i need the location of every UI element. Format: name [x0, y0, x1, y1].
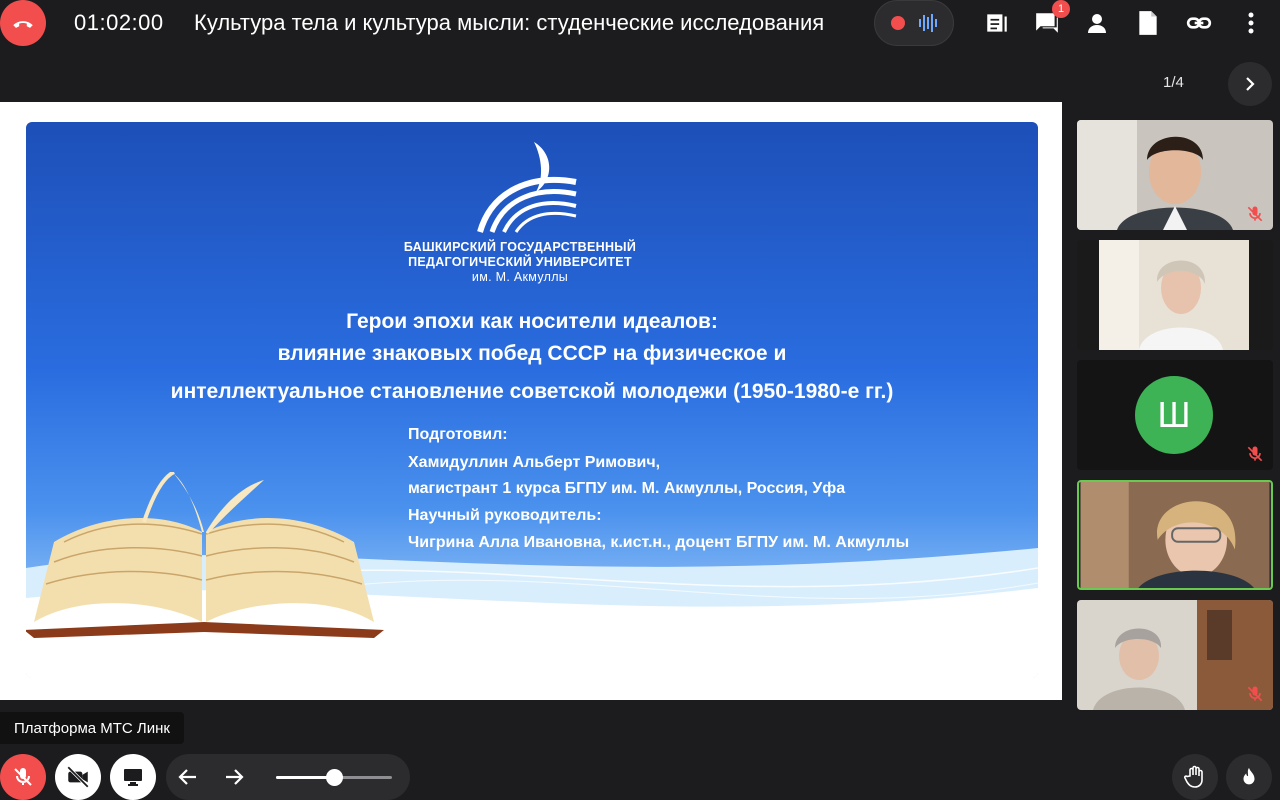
chat-button[interactable]: 1 — [1032, 0, 1070, 38]
participant-video — [1077, 120, 1273, 230]
files-button[interactable] — [1133, 8, 1163, 38]
slide: БАШКИРСКИЙ ГОСУДАРСТВЕННЫЙ ПЕДАГОГИЧЕСКИ… — [26, 122, 1038, 678]
copy-link-button[interactable] — [1184, 8, 1214, 38]
document-list-icon — [987, 14, 1007, 32]
university-name-line2: ПЕДАГОГИЧЕСКИЙ УНИВЕРСИТЕТ — [408, 255, 632, 269]
monitor-icon — [124, 769, 142, 786]
person-icon — [1088, 14, 1106, 33]
university-logo — [477, 142, 577, 233]
screen-share-button[interactable] — [110, 754, 156, 800]
phone-hangup-icon — [13, 21, 33, 28]
participant-tile[interactable]: Ш — [1077, 360, 1273, 470]
hang-up-button[interactable] — [0, 0, 46, 46]
arrow-left-icon — [178, 769, 196, 785]
next-slide-arrow-button[interactable] — [222, 765, 246, 789]
slide-heading-line1: Герои эпохи как носители идеалов: — [346, 310, 718, 333]
chat-badge: 1 — [1052, 0, 1070, 18]
flame-icon — [1243, 767, 1255, 785]
mic-off-icon — [1247, 446, 1263, 462]
call-timer: 01:02:00 — [74, 10, 164, 35]
chevron-right-icon — [1246, 77, 1255, 91]
participant-tile[interactable] — [1077, 600, 1273, 710]
record-dot-icon — [891, 16, 905, 30]
arrow-right-icon — [226, 769, 244, 785]
zoom-slider-handle[interactable] — [326, 769, 343, 786]
participant-video — [1077, 600, 1273, 710]
university-name-line1: БАШКИРСКИЙ ГОСУДАРСТВЕННЫЙ — [403, 240, 637, 254]
hand-icon — [1184, 765, 1203, 788]
bottom-toolbar — [0, 754, 1280, 800]
participant-video — [1099, 240, 1249, 350]
slide-info-line5: Чигрина Алла Ивановна, к.ист.н., доцент … — [408, 534, 910, 551]
slide-info-line4: Научный руководитель: — [408, 507, 602, 524]
microphone-toggle-button[interactable] — [0, 754, 46, 800]
slide-heading-line3: интеллектуальное становление советской м… — [170, 380, 894, 403]
mic-off-icon — [1247, 686, 1263, 702]
participant-tile[interactable] — [1077, 240, 1273, 350]
mic-off-icon — [1247, 206, 1263, 222]
participant-tile[interactable] — [1077, 120, 1273, 230]
more-vertical-icon — [1248, 12, 1254, 34]
platform-label: Платформа МТС Линк — [0, 712, 184, 744]
top-bar: 01:02:00 Культура тела и культура мысли:… — [0, 0, 1280, 46]
audio-wave-icon — [919, 14, 937, 32]
participant-video — [1080, 482, 1270, 588]
open-book-illustration — [26, 472, 384, 638]
participant-tile-active-speaker[interactable] — [1077, 480, 1273, 590]
more-button[interactable] — [1236, 8, 1266, 38]
file-icon — [1139, 11, 1157, 35]
slide-info-line1: Подготовил: — [408, 426, 508, 443]
camera-off-icon — [67, 766, 89, 788]
link-icon — [1186, 17, 1212, 29]
camera-toggle-button[interactable] — [55, 754, 101, 800]
university-name-line3: им. М. Акмуллы — [471, 270, 569, 284]
slide-heading-line2: влияние знаковых побед СССР на физическо… — [277, 342, 787, 365]
slide-navigation-bar — [166, 754, 410, 800]
slide-info-line2: Хамидуллин Альберт Римович, — [408, 454, 661, 471]
participants-button[interactable] — [1082, 8, 1112, 38]
mic-off-icon — [14, 768, 32, 786]
slide-info-line3: магистрант 1 курса БГПУ им. М. Акмуллы, … — [408, 480, 846, 497]
previous-slide-button[interactable] — [176, 765, 200, 789]
raise-hand-button[interactable] — [1172, 754, 1218, 800]
reactions-button[interactable] — [1226, 754, 1272, 800]
recording-indicator[interactable] — [874, 0, 954, 46]
presentation-area: БАШКИРСКИЙ ГОСУДАРСТВЕННЫЙ ПЕДАГОГИЧЕСКИ… — [0, 102, 1062, 700]
next-slide-button[interactable] — [1228, 62, 1272, 106]
participant-avatar: Ш — [1135, 376, 1213, 454]
slide-page-indicator: 1/4 — [1163, 74, 1184, 91]
event-title: Культура тела и культура мысли: студенче… — [194, 10, 825, 35]
zoom-slider[interactable] — [276, 769, 392, 786]
presentations-button[interactable] — [982, 8, 1012, 38]
